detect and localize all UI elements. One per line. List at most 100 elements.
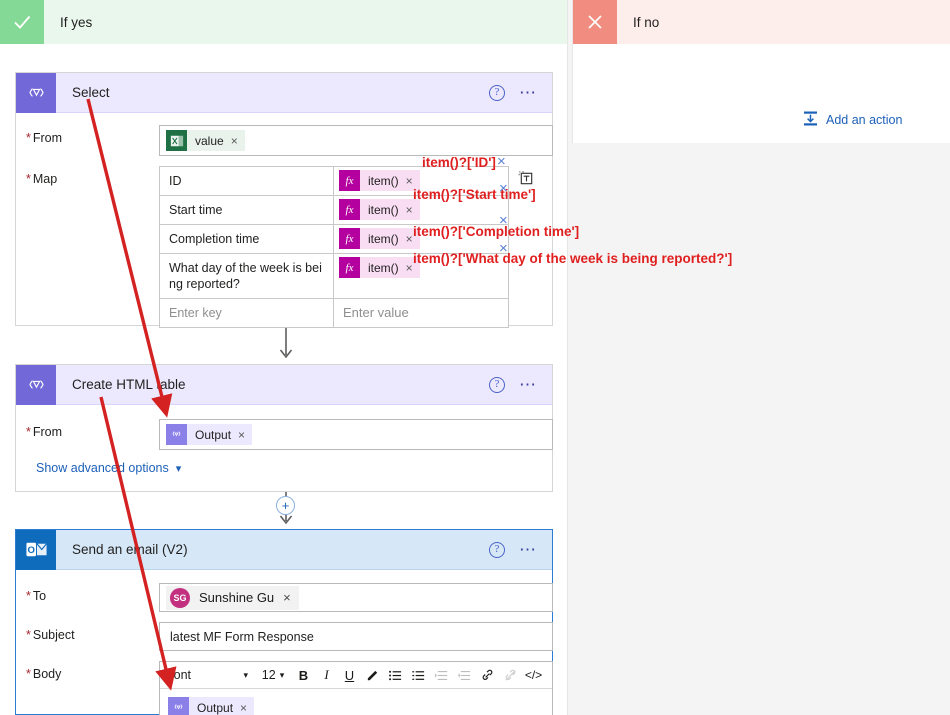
action-card-create-html-table-header[interactable]: Create HTML table ? ⋯ <box>16 364 552 405</box>
token-item-label: item() <box>368 173 399 188</box>
map-row-key[interactable]: Start time <box>160 196 334 224</box>
annotation-expression-weekday: item()?['What day of the week is being r… <box>413 251 733 266</box>
avatar: SG <box>170 587 190 608</box>
map-row-new[interactable]: Enter key Enter value <box>160 299 508 328</box>
plus-icon: + <box>281 498 290 513</box>
email-subject-value: latest MF Form Response <box>170 629 314 644</box>
fx-icon: fx <box>339 228 360 249</box>
email-subject-field-row: * Subject latest MF Form Response <box>26 622 553 651</box>
add-an-action-label: Add an action <box>826 113 903 127</box>
html-table-from-input[interactable]: Output × <box>159 419 553 450</box>
email-subject-label: * Subject <box>26 628 75 642</box>
font-family-dropdown[interactable]: Font ▾ <box>162 668 254 682</box>
chevron-down-icon: ▾ <box>175 462 182 475</box>
bulleted-list-icon[interactable] <box>384 663 407 688</box>
map-row-key[interactable]: What day of the week is being reported? <box>160 254 334 298</box>
token-item-remove[interactable]: × <box>406 174 413 188</box>
more-options-icon[interactable]: ⋯ <box>519 84 538 101</box>
annotation-x-3: × <box>499 212 508 229</box>
highlighter-icon[interactable] <box>361 663 384 688</box>
action-card-send-an-email[interactable]: O Send an email (V2) ? ⋯ * To SG Sunshin… <box>15 529 553 715</box>
token-output-remove[interactable]: × <box>240 701 247 715</box>
action-card-select-header[interactable]: Select ? ⋯ <box>16 72 552 113</box>
map-row-key[interactable]: Completion time <box>160 225 334 253</box>
token-item-remove[interactable]: × <box>406 261 413 275</box>
chevron-down-icon: ▾ <box>279 669 285 680</box>
token-value[interactable]: value × <box>166 130 245 151</box>
annotation-x-4: × <box>499 240 508 257</box>
bold-icon[interactable]: B <box>292 663 315 688</box>
email-to-field-row: * To SG Sunshine Gu × <box>26 583 553 612</box>
outlook-icon: O <box>16 529 56 570</box>
recipient-token[interactable]: SG Sunshine Gu × <box>166 585 299 610</box>
show-advanced-options-button[interactable]: Show advanced options ▾ <box>36 461 181 475</box>
indent-icon[interactable] <box>430 663 453 688</box>
email-body-editor[interactable]: Font ▾ 12 ▾ B I U </> Output × <box>159 661 553 715</box>
token-item[interactable]: fx item() × <box>339 170 420 191</box>
italic-icon[interactable]: I <box>315 663 338 688</box>
token-item-label: item() <box>368 202 399 217</box>
outdent-icon[interactable] <box>453 663 476 688</box>
select-from-label: * From <box>26 131 63 145</box>
link-icon[interactable] <box>476 663 499 688</box>
map-new-value-input[interactable]: Enter value <box>334 299 508 327</box>
data-operation-icon <box>168 697 189 715</box>
fx-icon: fx <box>339 199 360 220</box>
email-to-input[interactable]: SG Sunshine Gu × <box>159 583 553 612</box>
font-size-dropdown[interactable]: 12 ▾ <box>254 668 292 682</box>
more-options-icon[interactable]: ⋯ <box>519 376 538 393</box>
action-card-create-html-table-title: Create HTML table <box>72 377 186 392</box>
token-output[interactable]: Output × <box>166 424 253 445</box>
email-body-field-row: * Body Font ▾ 12 ▾ B I U </> Output × <box>26 661 553 715</box>
annotation-x-1: × <box>497 153 506 170</box>
underline-icon[interactable]: U <box>338 663 361 688</box>
token-value-remove[interactable]: × <box>231 134 238 148</box>
select-map-label: * Map <box>26 172 58 186</box>
action-card-select-title: Select <box>72 85 110 100</box>
token-item[interactable]: fx item() × <box>339 199 420 220</box>
map-new-key-input[interactable]: Enter key <box>160 299 334 327</box>
fx-icon: fx <box>339 257 360 278</box>
email-to-label: * To <box>26 589 47 603</box>
svg-text:O: O <box>27 545 35 556</box>
switch-to-text-mode-icon[interactable] <box>518 170 535 187</box>
help-icon[interactable]: ? <box>489 541 505 558</box>
branch-if-yes-header: If yes <box>0 0 567 44</box>
token-output-label: Output <box>195 427 232 442</box>
recipient-name: Sunshine Gu <box>199 590 275 605</box>
add-an-action-button[interactable]: Add an action <box>802 110 902 130</box>
excel-icon <box>166 130 187 151</box>
action-card-send-an-email-header[interactable]: O Send an email (V2) ? ⋯ <box>16 529 552 570</box>
branch-if-yes-label: If yes <box>60 14 93 30</box>
data-operation-icon <box>166 424 187 445</box>
token-item-remove[interactable]: × <box>406 203 413 217</box>
token-output[interactable]: Output × <box>168 697 255 715</box>
close-icon <box>573 0 617 44</box>
show-advanced-options-label: Show advanced options <box>36 461 169 475</box>
token-item[interactable]: fx item() × <box>339 257 420 278</box>
branch-if-no-label: If no <box>633 14 660 30</box>
action-card-create-html-table[interactable]: Create HTML table ? ⋯ * From Output × Sh… <box>15 364 553 492</box>
email-subject-input[interactable]: latest MF Form Response <box>159 622 553 651</box>
token-item[interactable]: fx item() × <box>339 228 420 249</box>
more-options-icon[interactable]: ⋯ <box>519 541 538 558</box>
code-view-icon[interactable]: </> <box>522 663 545 688</box>
annotation-expression-id: item()?['ID'] <box>422 155 496 170</box>
action-card-send-an-email-title: Send an email (V2) <box>72 542 188 557</box>
insert-action-icon <box>802 110 819 130</box>
token-output-label: Output <box>197 700 234 715</box>
help-icon[interactable]: ? <box>489 376 505 393</box>
insert-new-step-button[interactable]: + <box>276 496 295 515</box>
token-item-remove[interactable]: × <box>406 232 413 246</box>
email-body-content[interactable]: Output × <box>160 689 552 715</box>
annotation-x-2: × <box>499 180 508 197</box>
unlink-icon[interactable] <box>499 663 522 688</box>
chevron-down-icon: ▾ <box>243 669 248 680</box>
recipient-remove[interactable]: × <box>283 590 291 605</box>
help-icon[interactable]: ? <box>489 84 505 101</box>
branch-if-no-header: If no <box>573 0 950 44</box>
numbered-list-icon[interactable] <box>407 663 430 688</box>
select-from-input[interactable]: value × <box>159 125 553 156</box>
token-output-remove[interactable]: × <box>238 428 245 442</box>
map-row-key[interactable]: ID <box>160 167 334 195</box>
